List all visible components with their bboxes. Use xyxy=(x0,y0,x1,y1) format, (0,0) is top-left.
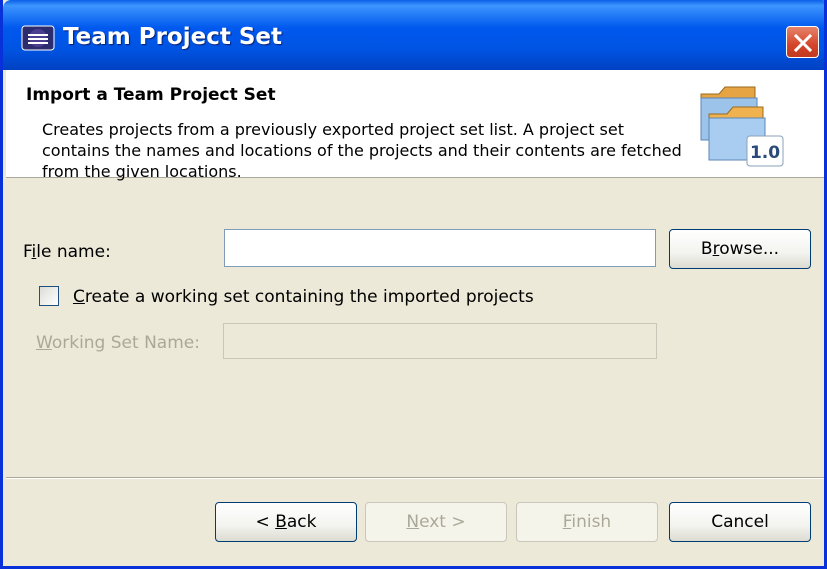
browse-button[interactable]: Browse... xyxy=(669,229,811,269)
cancel-button[interactable]: Cancel xyxy=(669,502,811,542)
file-name-label: File name: xyxy=(23,242,111,262)
dialog-window: Team Project Set Import a Team Project S… xyxy=(0,0,827,569)
wizard-page-title: Import a Team Project Set xyxy=(26,85,276,105)
wizard-header: Import a Team Project Set Creates projec… xyxy=(6,70,824,181)
create-working-set-checkbox[interactable] xyxy=(39,286,59,306)
wizard-page-description: Creates projects from a previously expor… xyxy=(42,120,682,181)
file-name-input[interactable] xyxy=(224,229,656,267)
footer-separator xyxy=(6,477,824,479)
next-button: Next > xyxy=(365,502,507,542)
close-button[interactable] xyxy=(786,26,819,58)
project-set-folders-icon: 1.0 xyxy=(691,76,811,174)
title-bar[interactable]: Team Project Set xyxy=(3,0,824,70)
version-badge: 1.0 xyxy=(750,143,780,163)
eclipse-app-icon xyxy=(21,24,55,52)
finish-button: Finish xyxy=(516,502,658,542)
close-icon xyxy=(794,34,812,52)
working-set-name-input xyxy=(223,323,657,359)
create-working-set-label[interactable]: Create a working set containing the impo… xyxy=(73,287,534,307)
back-button[interactable]: < Back xyxy=(215,502,357,542)
window-title: Team Project Set xyxy=(63,24,283,50)
working-set-name-label: Working Set Name: xyxy=(36,333,200,353)
